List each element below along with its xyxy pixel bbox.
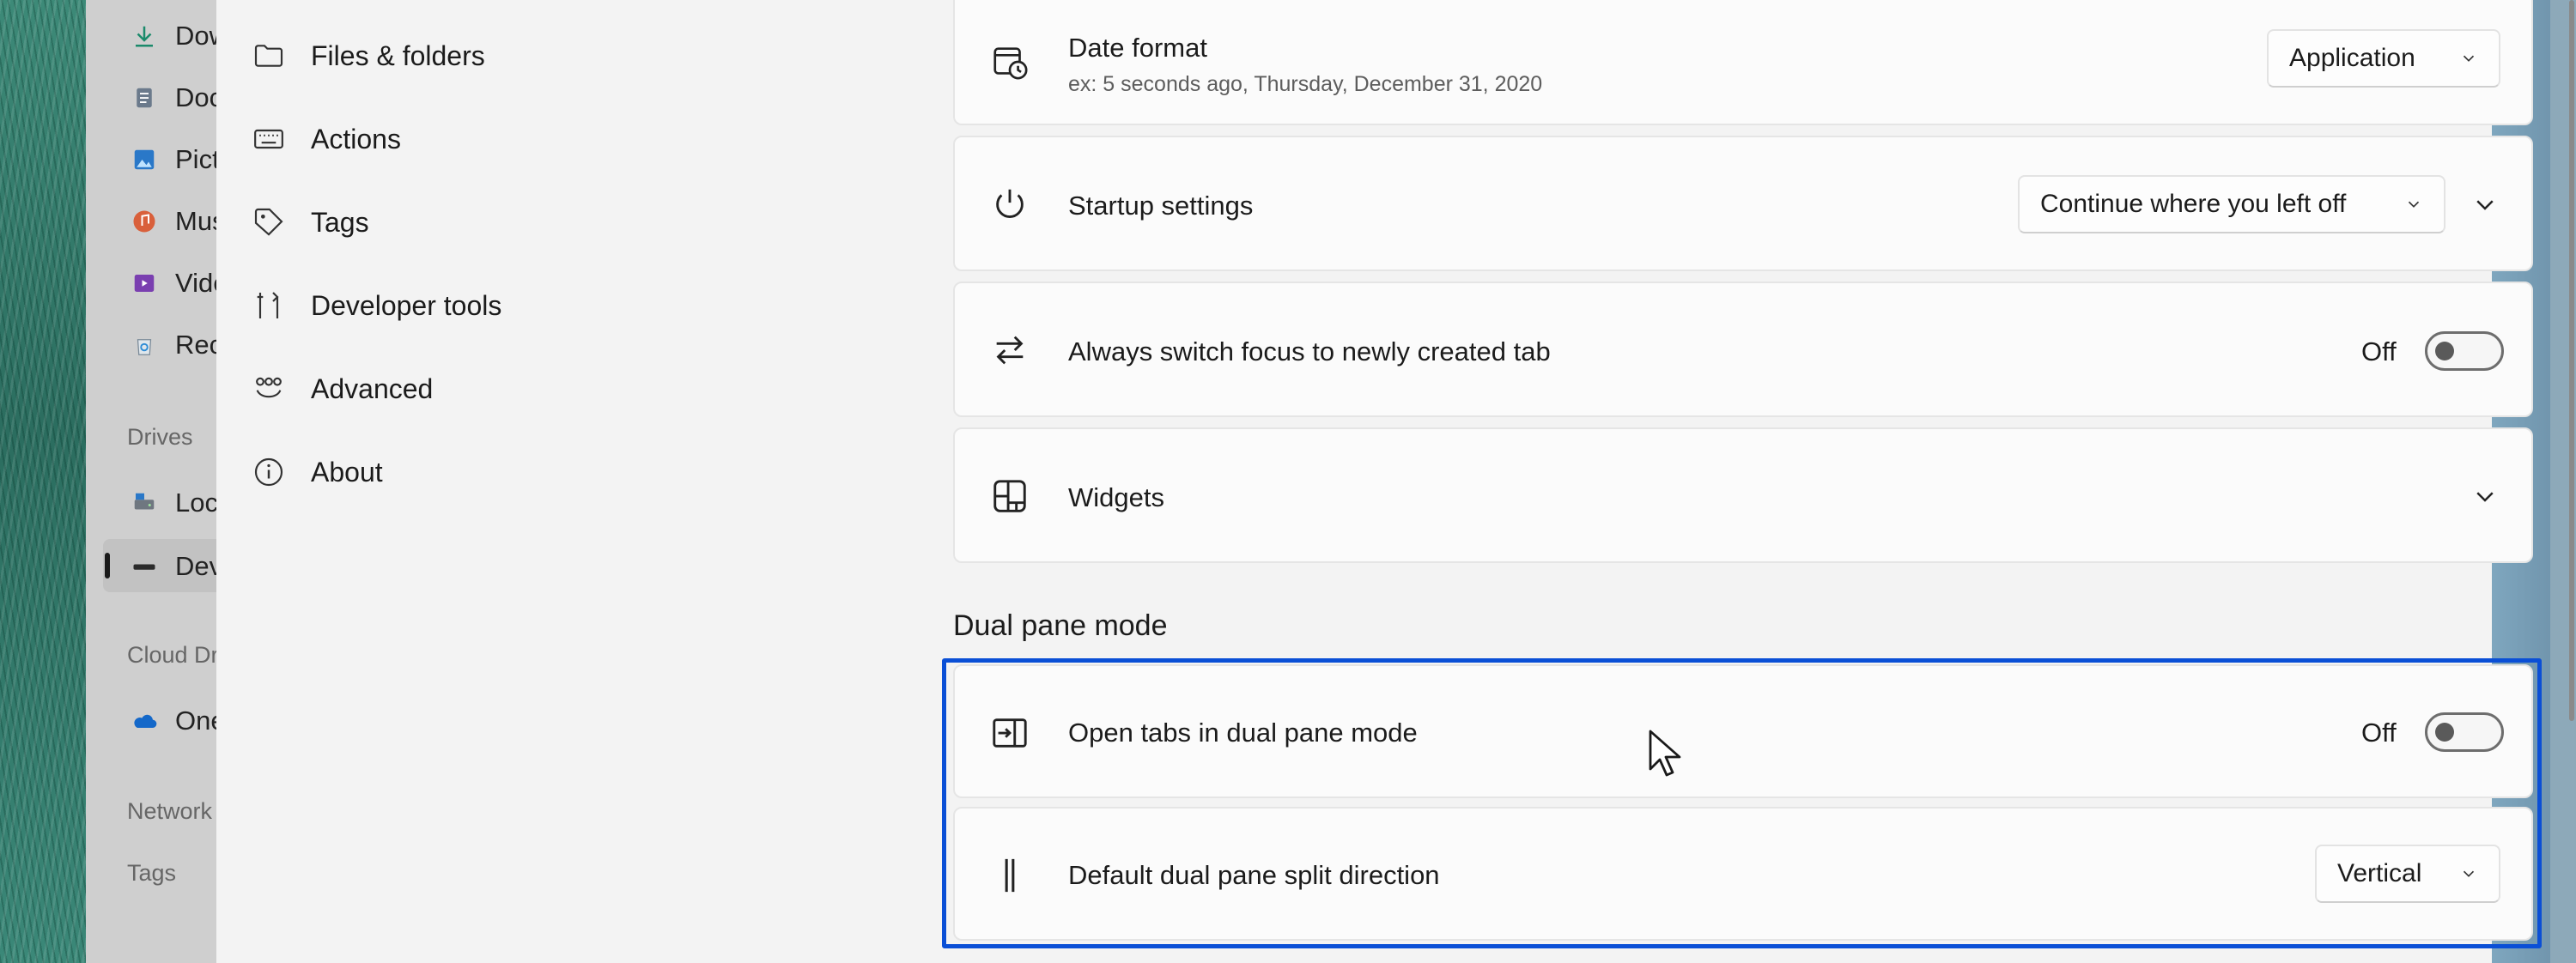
setting-title: Startup settings: [1068, 191, 1254, 221]
dual-pane-highlight-box: [942, 658, 2542, 948]
nav-item-label: Advanced: [311, 372, 434, 404]
sidebar-section-tags[interactable]: Tags: [127, 860, 230, 887]
nav-item-about[interactable]: About: [251, 442, 383, 502]
tag-icon: [251, 204, 287, 240]
chevron-down-icon: [2404, 195, 2423, 214]
switch-arrows-icon: [989, 330, 1030, 371]
nav-item-label: Actions: [311, 123, 401, 154]
music-icon: [129, 206, 160, 237]
nav-item-files-folders[interactable]: Files & folders: [251, 26, 485, 86]
nav-item-label: About: [311, 456, 383, 488]
info-icon: [251, 454, 287, 490]
selection-indicator: [105, 553, 110, 578]
document-icon: [129, 82, 160, 113]
setting-card-date-format: Date format ex: 5 seconds ago, Thursday,…: [953, 0, 2533, 125]
scrollbar[interactable]: [2569, 0, 2574, 721]
setting-card-startup[interactable]: Startup settings Continue where you left…: [953, 136, 2533, 271]
dropdown-value: Application: [2289, 44, 2415, 72]
onedrive-icon: [129, 706, 160, 736]
expand-chevron-icon[interactable]: [2468, 479, 2502, 513]
files-sidebar: Downloads Documents Pictures Music Video…: [86, 0, 301, 963]
advanced-icon: [251, 371, 287, 407]
nav-item-label: Developer tools: [311, 289, 502, 321]
nav-item-tags[interactable]: Tags: [251, 192, 369, 252]
settings-dialog: Files & folders Actions Tags Developer t…: [216, 0, 2574, 963]
keyboard-icon: [251, 121, 287, 157]
nav-item-developer-tools[interactable]: Developer tools: [251, 276, 501, 336]
chevron-down-icon: [2459, 49, 2478, 68]
toggle-state-label: Off: [2361, 336, 2397, 366]
mouse-cursor-icon: [1649, 730, 1681, 777]
setting-title: Widgets: [1068, 482, 1164, 512]
dropdown-value: Continue where you left off: [2040, 190, 2347, 218]
nav-item-advanced[interactable]: Advanced: [251, 359, 433, 419]
setting-title: Always switch focus to newly created tab: [1068, 336, 1551, 366]
developer-tools-icon: [251, 288, 287, 324]
setting-card-switch-focus: Always switch focus to newly created tab…: [953, 282, 2533, 417]
setting-card-widgets[interactable]: Widgets: [953, 427, 2533, 563]
toggle-knob: [2435, 342, 2454, 360]
download-icon: [129, 21, 160, 51]
nav-item-actions[interactable]: Actions: [251, 109, 401, 169]
switch-focus-toggle[interactable]: [2425, 331, 2504, 371]
sidebar-section-cloud[interactable]: Cloud Drives: [127, 642, 230, 669]
section-header-dual-pane: Dual pane mode: [953, 609, 1168, 642]
videos-icon: [129, 268, 160, 299]
setting-subtitle: ex: 5 seconds ago, Thursday, December 31…: [1068, 72, 1543, 96]
drive-icon: [129, 551, 160, 582]
startup-dropdown[interactable]: Continue where you left off: [2018, 175, 2445, 233]
power-icon: [989, 184, 1030, 225]
pictures-icon: [129, 144, 160, 175]
date-format-dropdown[interactable]: Application: [2267, 29, 2500, 88]
desktop-wallpaper: [0, 0, 94, 963]
setting-title: Date format: [1068, 33, 1207, 63]
nav-item-label: Tags: [311, 206, 369, 238]
calendar-clock-icon: [989, 41, 1030, 82]
nav-item-label: Files & folders: [311, 39, 485, 71]
widgets-icon: [989, 475, 1030, 517]
recycle-bin-icon: [129, 330, 160, 360]
sidebar-section-drives[interactable]: Drives: [127, 424, 230, 451]
sidebar-section-network[interactable]: Network: [127, 798, 230, 825]
expand-chevron-icon[interactable]: [2468, 187, 2502, 221]
local-disk-icon: [129, 488, 160, 518]
folder-icon: [251, 38, 287, 74]
